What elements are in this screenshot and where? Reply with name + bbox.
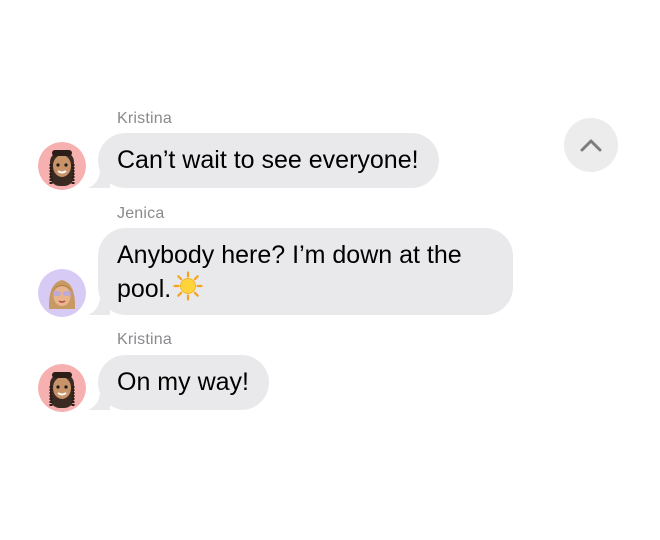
message-text: On my way! (117, 368, 249, 396)
memoji-kristina-avatar (38, 364, 86, 412)
message-text: Can’t wait to see everyone! (117, 146, 419, 174)
message-text-line: Anybody here? I’m down at the (117, 241, 462, 269)
avatar[interactable] (38, 364, 86, 412)
bubble-tail (88, 295, 110, 315)
scroll-up-button[interactable] (564, 118, 618, 172)
memoji-jenica-avatar (38, 269, 86, 317)
avatar[interactable] (38, 269, 86, 317)
sender-name: Jenica (117, 205, 165, 222)
message-text: pool. (117, 275, 172, 303)
sun-emoji-icon (173, 271, 203, 301)
chevron-up-icon (580, 139, 602, 152)
message-bubble[interactable]: Can’t wait to see everyone! (88, 133, 439, 188)
sender-name: Kristina (117, 331, 172, 348)
sender-name: Kristina (117, 110, 172, 127)
avatar[interactable] (38, 142, 86, 190)
message-text-line: pool. (117, 271, 493, 305)
bubble-tail (88, 390, 110, 410)
message-bubble[interactable]: Anybody here? I’m down at the pool. (88, 228, 513, 315)
bubble-tail (88, 168, 110, 188)
message-bubble[interactable]: On my way! (88, 355, 269, 410)
message-thread: Kristina Can’t wait to see everyone! Jen… (0, 0, 660, 540)
memoji-kristina-avatar (38, 142, 86, 190)
